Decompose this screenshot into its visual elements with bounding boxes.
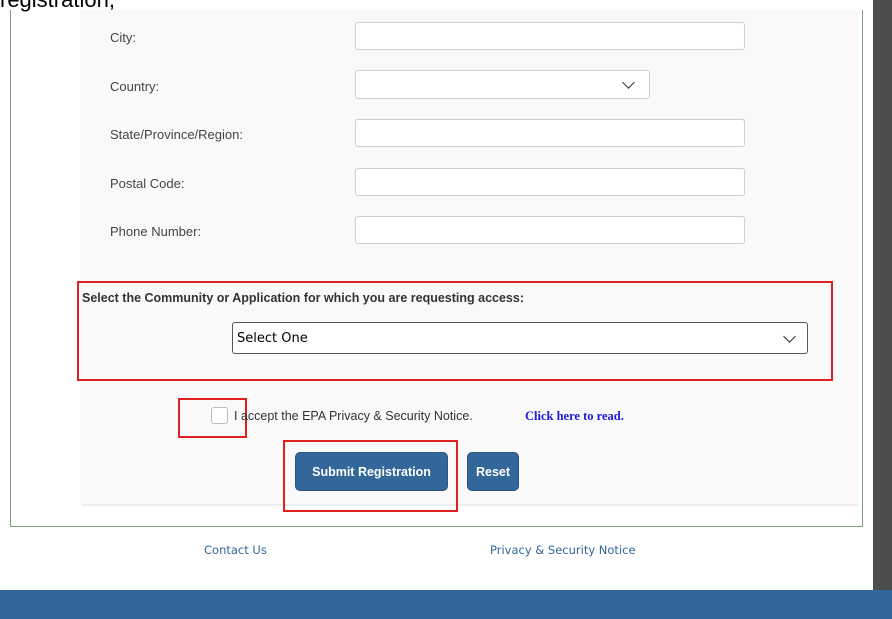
chevron-down-icon [783,330,796,343]
chevron-down-icon [622,76,635,89]
page-edge-shadow [873,0,892,590]
phone-number-label: Phone Number: [110,224,202,239]
country-select[interactable] [355,70,650,99]
state-label: State/Province/Region: [110,127,243,142]
phone-number-input[interactable] [355,216,745,244]
community-select[interactable]: Select One [232,322,808,354]
community-label: Select the Community or Application for … [82,291,524,305]
city-label: City: [110,30,136,45]
privacy-security-link[interactable]: Privacy & Security Notice [490,543,636,557]
postal-code-input[interactable] [355,168,745,196]
reset-button[interactable]: Reset [467,452,519,491]
accept-checkbox[interactable] [211,407,228,424]
accept-text: I accept the EPA Privacy & Security Noti… [234,409,473,423]
community-select-value: Select One [237,331,308,346]
privacy-notice-link[interactable]: Click here to read. [525,409,624,424]
bottom-bar [0,590,892,619]
country-label: Country: [110,79,160,94]
state-input[interactable] [355,119,745,147]
contact-us-link[interactable]: Contact Us [204,543,267,557]
form-panel-divider [82,504,858,506]
submit-registration-button[interactable]: Submit Registration [295,452,448,491]
city-input[interactable] [355,22,745,50]
postal-code-label: Postal Code: [110,176,185,191]
